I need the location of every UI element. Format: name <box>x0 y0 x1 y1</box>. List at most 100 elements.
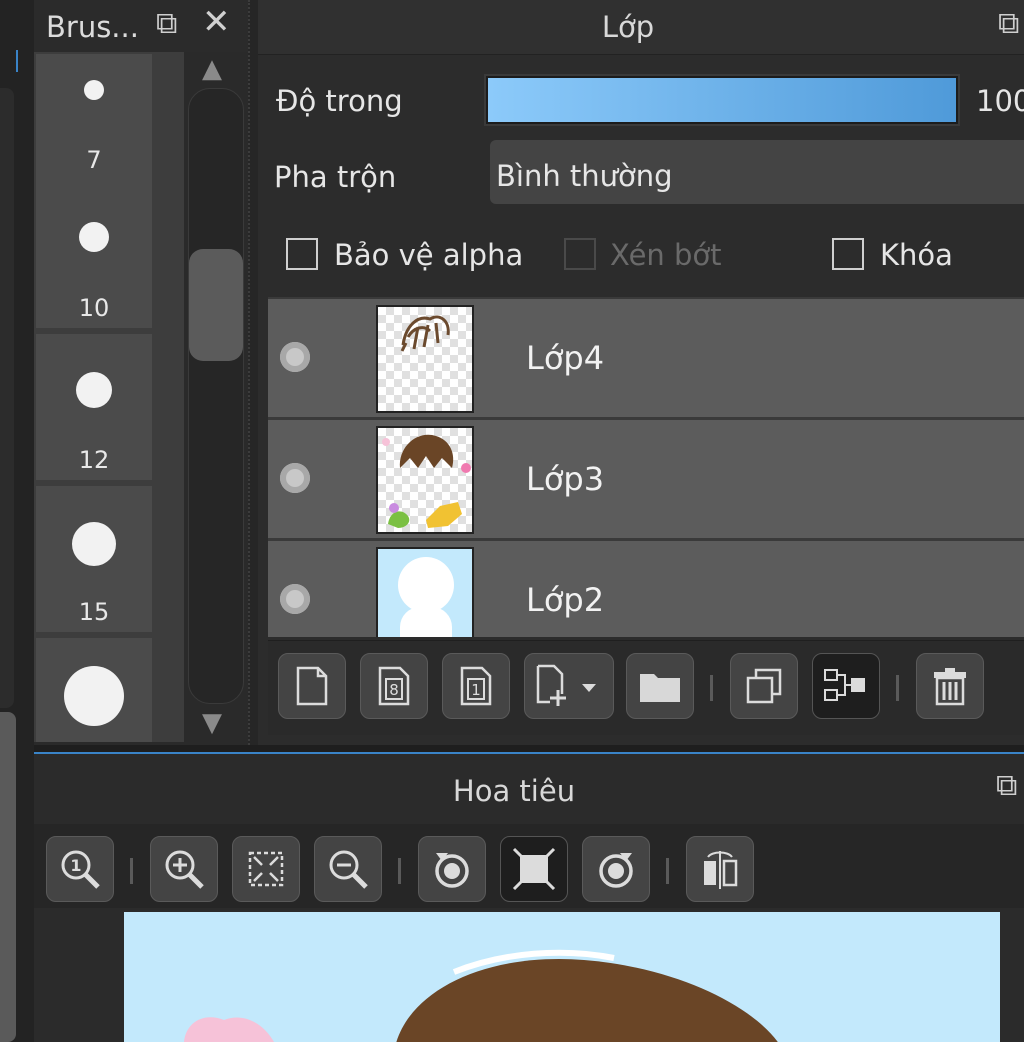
visibility-toggle-icon[interactable] <box>280 342 310 372</box>
visibility-toggle-icon[interactable] <box>280 463 310 493</box>
zoom-actual-icon: 1 <box>61 850 100 889</box>
brush-dot-icon <box>76 372 112 408</box>
zoom-out-icon <box>329 850 368 889</box>
rotate-reset-icon <box>512 847 556 891</box>
rotate-right-button[interactable] <box>582 836 650 902</box>
merge-layer-icon <box>824 669 865 701</box>
silhouette-icon <box>398 557 454 637</box>
brush-size-label: 15 <box>78 598 110 626</box>
navigator-preview[interactable] <box>124 912 1000 1042</box>
new-1bit-layer-icon: 1 <box>460 666 492 706</box>
brush-size-label: 7 <box>86 146 102 174</box>
new-8bit-layer-icon: 8 <box>378 666 410 706</box>
brush-size-item[interactable] <box>36 638 152 742</box>
svg-text:8: 8 <box>389 681 399 699</box>
fit-screen-icon <box>248 851 284 887</box>
zoom-actual-button[interactable]: 1 <box>46 836 114 902</box>
layer-thumbnail <box>376 305 474 413</box>
svg-text:1: 1 <box>471 681 481 699</box>
duplicate-layer-button[interactable] <box>730 653 798 719</box>
new-1bit-layer-button[interactable]: 1 <box>442 653 510 719</box>
layer-name: Lớp3 <box>526 460 605 498</box>
left-dock-rail <box>0 88 14 708</box>
brush-size-list: 7 10 12 15 <box>34 52 184 742</box>
toolbar-separator <box>130 858 133 884</box>
brush-size-label: 12 <box>78 446 110 474</box>
duplicate-layer-icon <box>746 668 782 704</box>
character-color-icon <box>382 434 471 528</box>
delete-layer-button[interactable] <box>916 653 984 719</box>
add-layer-dropdown-icon <box>536 664 596 706</box>
layer-row[interactable]: Lớp4 <box>268 299 1024 417</box>
scroll-down-icon[interactable]: ▼ <box>202 708 222 738</box>
new-8bit-layer-button[interactable]: 8 <box>360 653 428 719</box>
opacity-value: 100 <box>976 84 1024 118</box>
brush-size-item[interactable]: 10 <box>36 182 152 328</box>
toolbar-separator <box>710 675 713 701</box>
zoom-out-button[interactable] <box>314 836 382 902</box>
layer-row[interactable]: Lớp3 <box>268 420 1024 538</box>
new-layer-icon <box>296 666 328 706</box>
brush-size-item[interactable]: 7 <box>36 54 152 200</box>
zoom-in-icon <box>165 850 204 889</box>
layer-toolbar: 8 1 <box>268 640 1024 735</box>
left-dock-strip <box>0 0 34 1042</box>
popout-icon[interactable]: ⧉ <box>998 6 1019 41</box>
brush-dot-icon <box>84 80 104 100</box>
lock-label: Khóa <box>880 238 953 272</box>
brush-panel-title: Brus... <box>46 10 139 44</box>
opacity-label: Độ trong <box>276 84 403 118</box>
rotate-reset-button[interactable] <box>500 836 568 902</box>
rotate-left-icon <box>435 853 469 888</box>
scroll-up-icon[interactable]: ▲ <box>202 54 222 84</box>
brush-panel-header: Brus... ⧉ ✕ <box>34 0 248 52</box>
opacity-slider[interactable] <box>484 74 960 126</box>
rotate-left-button[interactable] <box>418 836 486 902</box>
layer-thumbnail <box>376 547 474 637</box>
toolbar-separator <box>398 858 401 884</box>
brush-dot-icon <box>64 666 124 726</box>
layer-name: Lớp4 <box>526 339 605 377</box>
alpha-protect-label: Bảo vệ alpha <box>334 238 524 272</box>
blend-mode-select[interactable]: Bình thường <box>490 140 1024 204</box>
navigator-panel: Hoa tiêu ⧉ 1 <box>34 754 1024 1042</box>
brush-size-item[interactable]: 15 <box>36 486 152 632</box>
left-dock-tab[interactable] <box>0 50 18 72</box>
layer-panel: Lớp ⧉ Độ trong 100 Pha trộn Bình thường … <box>258 0 1024 745</box>
left-dock-scrollbar[interactable] <box>0 712 16 1042</box>
toolbar-separator <box>896 675 899 701</box>
svg-text:1: 1 <box>70 856 81 875</box>
brush-panel: Brus... ⧉ ✕ 7 10 12 15 ▲ ▼ <box>34 0 248 745</box>
new-layer-button[interactable] <box>278 653 346 719</box>
brush-dot-icon <box>72 522 116 566</box>
layer-row[interactable]: Lớp2 <box>268 541 1024 637</box>
layer-panel-title: Lớp <box>601 10 655 44</box>
fit-screen-button[interactable] <box>232 836 300 902</box>
flip-horizontal-icon <box>704 851 738 889</box>
brush-size-label: 10 <box>78 294 110 322</box>
zoom-in-button[interactable] <box>150 836 218 902</box>
popout-icon[interactable]: ⧉ <box>996 768 1017 803</box>
new-folder-button[interactable] <box>626 653 694 719</box>
navigator-title: Hoa tiêu <box>452 774 576 808</box>
merge-layer-button[interactable] <box>812 653 880 719</box>
opacity-slider-fill <box>488 78 956 122</box>
close-icon[interactable]: ✕ <box>202 2 231 42</box>
flip-horizontal-button[interactable] <box>686 836 754 902</box>
rotate-right-icon <box>599 853 633 888</box>
folder-icon <box>640 674 680 702</box>
visibility-toggle-icon[interactable] <box>280 584 310 614</box>
layer-panel-header: Lớp ⧉ <box>258 0 1024 55</box>
brush-scroll-thumb[interactable] <box>189 249 243 361</box>
layer-thumbnail <box>376 426 474 534</box>
add-layer-dropdown-button[interactable] <box>524 653 614 719</box>
canvas-preview-image <box>184 949 778 1042</box>
clipping-checkbox[interactable] <box>564 238 596 270</box>
brush-size-item[interactable]: 12 <box>36 334 152 480</box>
alpha-protect-checkbox[interactable] <box>286 238 318 270</box>
brush-scrollbar[interactable] <box>188 88 244 704</box>
blend-mode-label: Pha trộn <box>274 160 397 194</box>
popout-icon[interactable]: ⧉ <box>156 6 177 41</box>
lock-checkbox[interactable] <box>832 238 864 270</box>
layer-name: Lớp2 <box>526 581 605 619</box>
